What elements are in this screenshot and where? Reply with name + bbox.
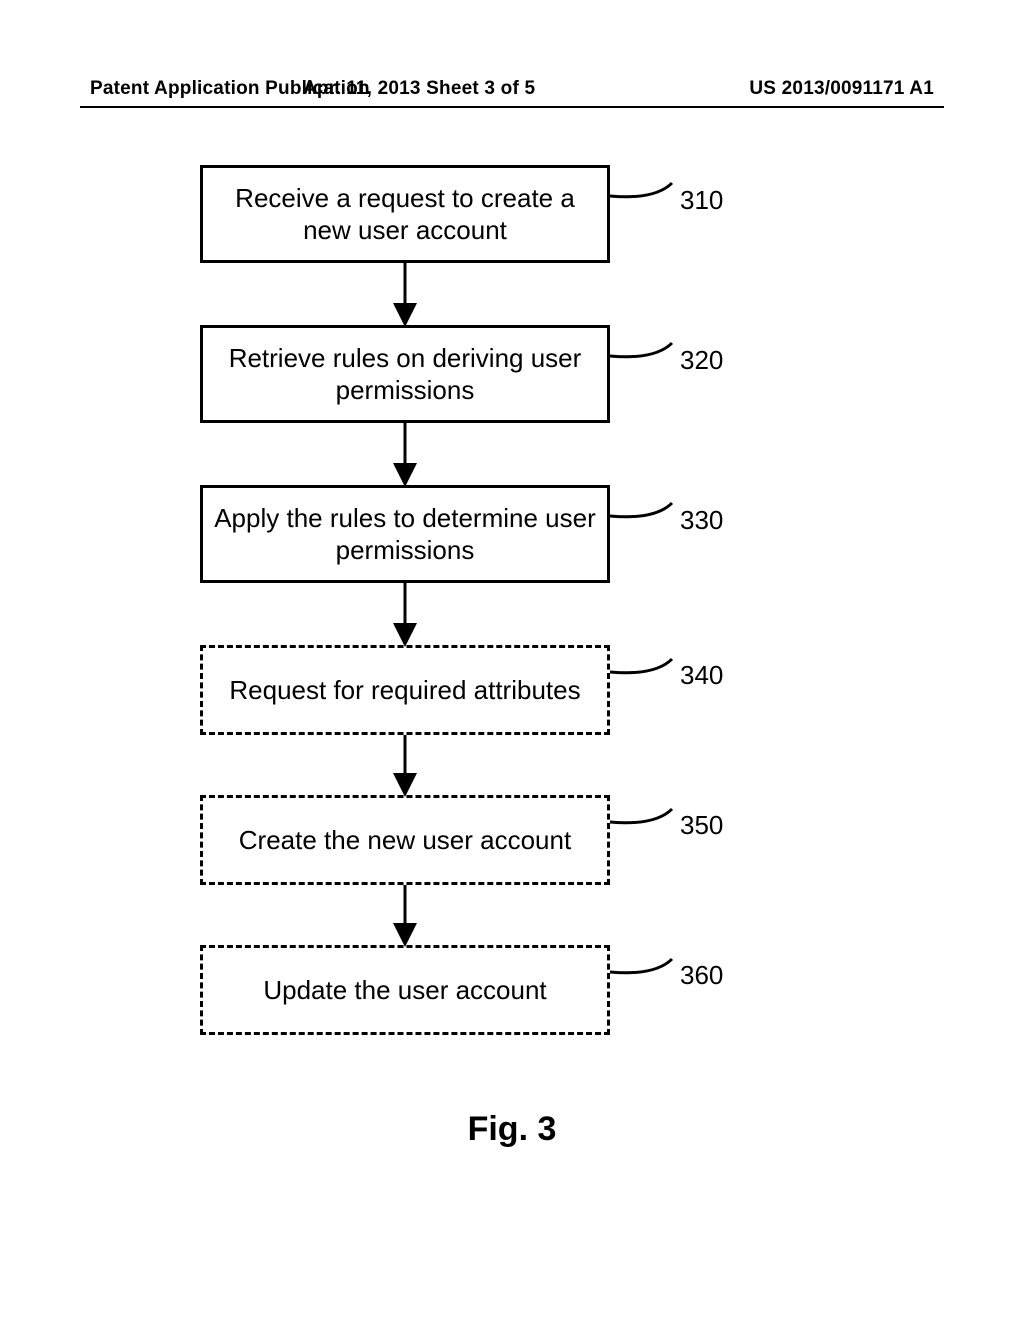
flow-step-360: Update the user account bbox=[200, 945, 610, 1035]
flow-step-text: Receive a request to create a new user a… bbox=[213, 182, 597, 247]
page: Patent Application Publication Apr. 11, … bbox=[0, 0, 1024, 1320]
flow-step-340: Request for required attributes bbox=[200, 645, 610, 735]
header-rule bbox=[80, 106, 944, 108]
figure-caption: Fig. 3 bbox=[0, 1110, 1024, 1149]
flow-step-text: Apply the rules to determine user permis… bbox=[213, 502, 597, 567]
ref-360: 360 bbox=[680, 960, 723, 991]
ref-350: 350 bbox=[680, 810, 723, 841]
flow-step-text: Update the user account bbox=[263, 974, 546, 1007]
ref-340: 340 bbox=[680, 660, 723, 691]
ref-330: 330 bbox=[680, 505, 723, 536]
flow-step-text: Create the new user account bbox=[239, 824, 571, 857]
page-header: Patent Application Publication Apr. 11, … bbox=[90, 78, 934, 100]
header-right: US 2013/0091171 A1 bbox=[749, 78, 934, 100]
header-center: Apr. 11, 2013 Sheet 3 of 5 bbox=[303, 78, 535, 100]
flow-step-330: Apply the rules to determine user permis… bbox=[200, 485, 610, 583]
flow-step-text: Retrieve rules on deriving user permissi… bbox=[213, 342, 597, 407]
flow-step-text: Request for required attributes bbox=[229, 674, 580, 707]
flow-step-310: Receive a request to create a new user a… bbox=[200, 165, 610, 263]
ref-310: 310 bbox=[680, 185, 723, 216]
ref-320: 320 bbox=[680, 345, 723, 376]
flow-step-350: Create the new user account bbox=[200, 795, 610, 885]
flow-step-320: Retrieve rules on deriving user permissi… bbox=[200, 325, 610, 423]
